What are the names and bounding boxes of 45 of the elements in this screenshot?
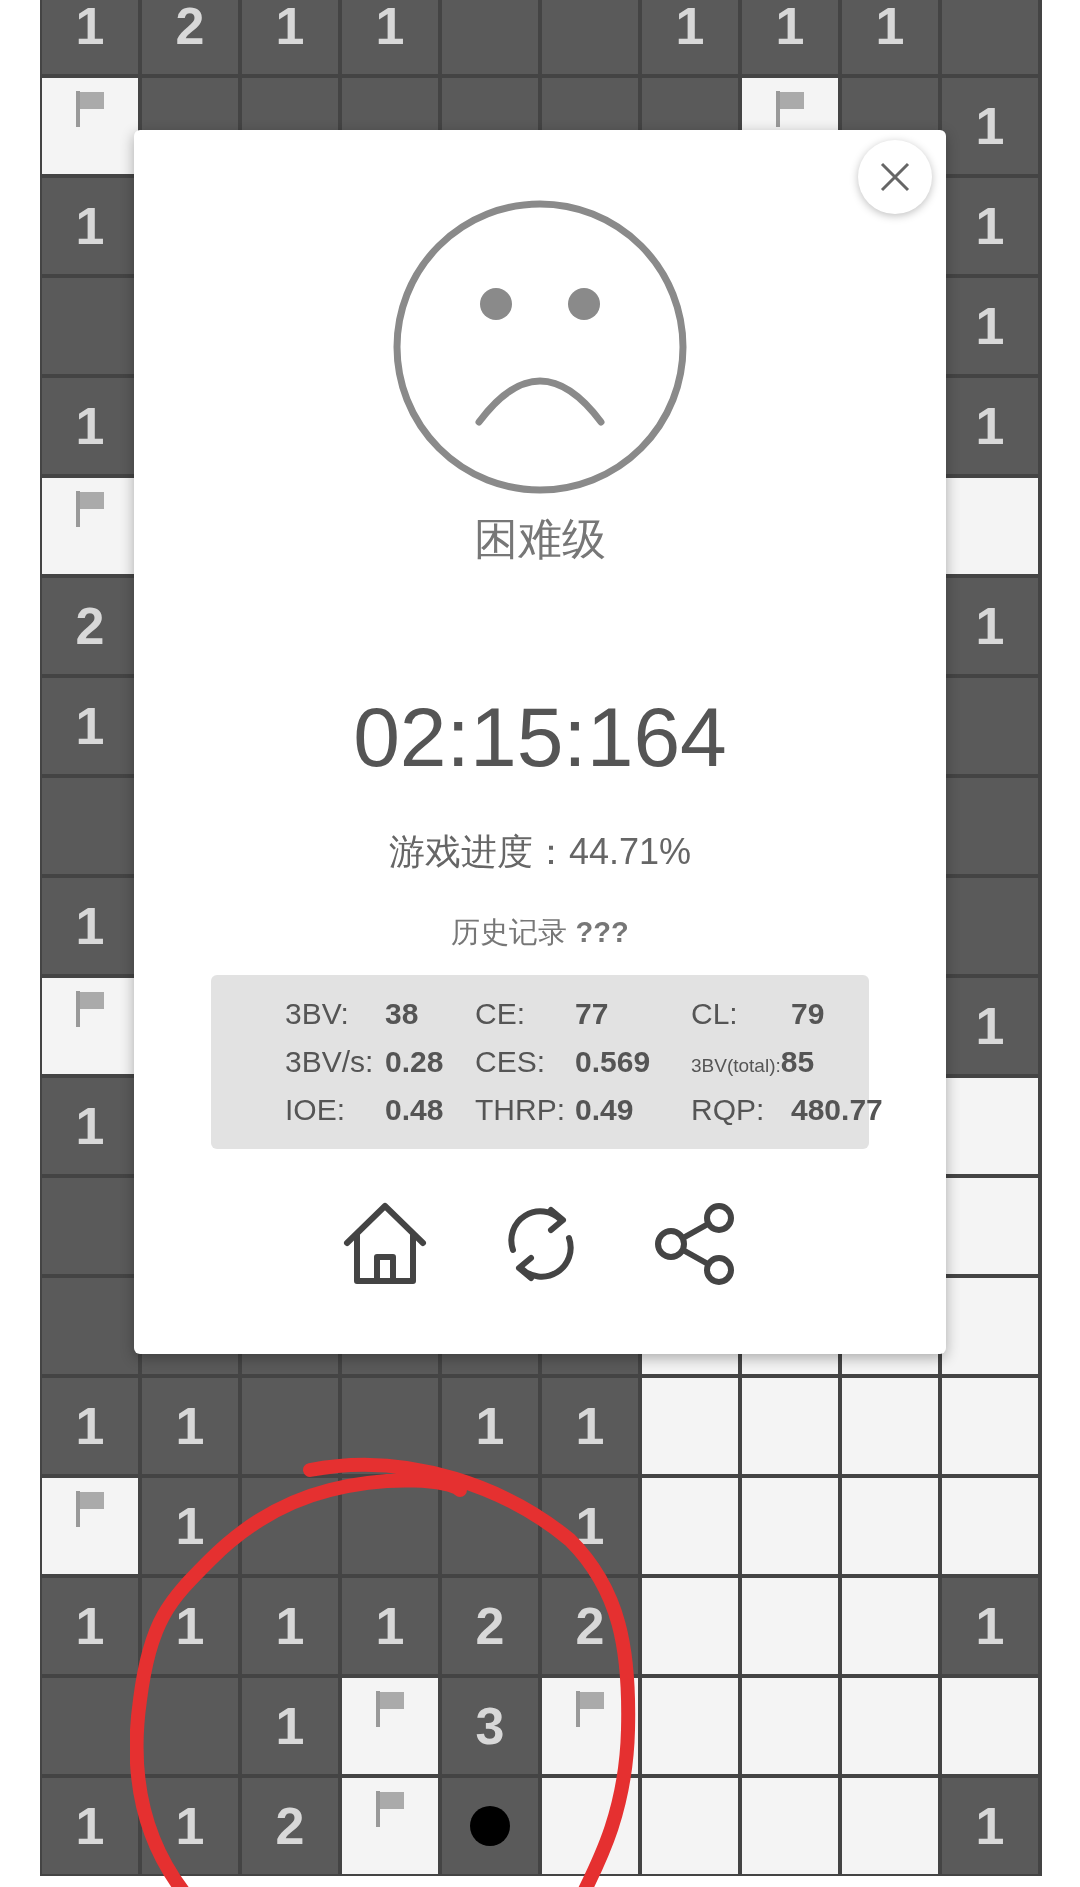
board-cell[interactable]: 1 bbox=[42, 1378, 138, 1474]
stat-label: IOE: bbox=[285, 1093, 346, 1127]
stat-label: 3BV: bbox=[285, 997, 350, 1031]
stat-label: THRP: bbox=[475, 1093, 566, 1127]
stat-value: 0.569 bbox=[575, 1045, 651, 1079]
stat-label: 3BV(total): bbox=[691, 1055, 781, 1077]
stat-value: 480.77 bbox=[791, 1093, 883, 1127]
board-cell[interactable]: 1 bbox=[142, 1478, 238, 1574]
stat-value: 79 bbox=[791, 997, 825, 1031]
board-cell[interactable]: 2 bbox=[442, 1578, 538, 1674]
history-record: 历史记录 ??? bbox=[451, 915, 629, 950]
board-cell[interactable]: 1 bbox=[542, 1378, 638, 1474]
board-cell[interactable]: 1 bbox=[242, 1578, 338, 1674]
difficulty-label: 困难级 bbox=[474, 513, 606, 565]
stat-label: CES: bbox=[475, 1045, 547, 1079]
board-cell[interactable]: 1 bbox=[442, 1378, 538, 1474]
board-cell[interactable]: 1 bbox=[42, 1778, 138, 1874]
board-cell[interactable]: 1 bbox=[842, 0, 938, 74]
stat-label: CL: bbox=[691, 997, 739, 1031]
stat-value: 0.28 bbox=[385, 1045, 444, 1079]
stat-value: 77 bbox=[575, 997, 609, 1031]
stat-value: 85 bbox=[780, 1045, 815, 1079]
board-cell[interactable]: 2 bbox=[242, 1778, 338, 1874]
elapsed-time: 02:15:164 bbox=[353, 689, 727, 786]
board-cell[interactable]: 1 bbox=[342, 1578, 438, 1674]
stat-label: CE: bbox=[475, 997, 526, 1031]
board-cell[interactable]: 2 bbox=[142, 0, 238, 74]
board-cell[interactable]: 1 bbox=[242, 0, 338, 74]
board-cell[interactable]: 1 bbox=[342, 0, 438, 74]
stat-value: 0.48 bbox=[385, 1093, 444, 1127]
board-cell[interactable]: 1 bbox=[642, 0, 738, 74]
board-cell[interactable]: 1 bbox=[142, 1378, 238, 1474]
board-cell[interactable]: 1 bbox=[42, 0, 138, 74]
board-cell[interactable]: 1 bbox=[942, 1578, 1038, 1674]
stat-label: 3BV/s: bbox=[285, 1045, 375, 1079]
board-cell[interactable]: 1 bbox=[942, 1778, 1038, 1874]
stat-label: RQP: bbox=[691, 1093, 766, 1127]
stat-value: 0.49 bbox=[575, 1093, 634, 1127]
progress-text: 游戏进度：44.71% bbox=[388, 830, 692, 874]
board-cell[interactable]: 3 bbox=[442, 1678, 538, 1774]
board-cell[interactable]: 1 bbox=[42, 1578, 138, 1674]
stat-value: 38 bbox=[385, 997, 419, 1031]
board-cell[interactable]: 1 bbox=[242, 1678, 338, 1774]
board-cell[interactable]: 1 bbox=[942, 78, 1038, 174]
board-cell[interactable]: 1 bbox=[742, 0, 838, 74]
